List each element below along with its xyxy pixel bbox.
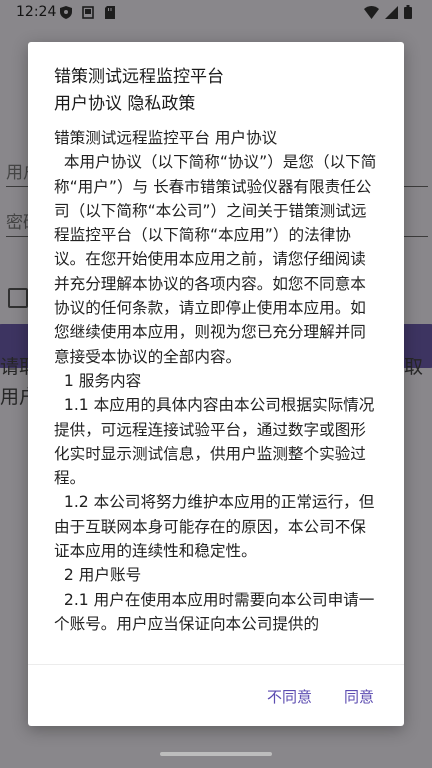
- agreement-paragraph: 2.1 用户在使用本应用时需要向本公司申请一个账号。用户应当保证向本公司提供的: [54, 590, 375, 633]
- agreement-text-scroll[interactable]: 错策测试远程监控平台 用户协议 本用户协议（以下简称“协议”）是您（以下简称“用…: [54, 126, 379, 664]
- agreement-paragraph: 本用户协议（以下简称“协议”）是您（以下简称“用户”）与 长春市错策试验仪器有限…: [54, 153, 377, 366]
- agreement-dialog: 错策测试远程监控平台 用户协议 隐私政策 错策测试远程监控平台 用户协议 本用户…: [28, 42, 404, 726]
- agreement-paragraph: 1 服务内容: [54, 371, 142, 390]
- dialog-title-line1: 错策测试远程监控平台: [54, 67, 224, 87]
- agree-button[interactable]: 同意: [344, 686, 374, 707]
- agreement-paragraph: 1.2 本公司将努力维护本应用的正常运行，但由于互联网本身可能存在的原因，本公司…: [54, 493, 375, 561]
- disagree-button[interactable]: 不同意: [267, 686, 312, 707]
- dialog-title-line2: 用户协议 隐私政策: [54, 94, 196, 114]
- agreement-paragraph: 错策测试远程监控平台 用户协议: [54, 129, 278, 147]
- dialog-actions: 不同意 同意: [267, 686, 374, 707]
- home-indicator[interactable]: [160, 752, 272, 756]
- dialog-title: 错策测试远程监控平台 用户协议 隐私政策: [54, 64, 384, 118]
- dialog-divider: [28, 664, 404, 665]
- agreement-paragraph: 1.1 本应用的具体内容由本公司根据实际情况提供，可远程连接试验平台，通过数字或…: [54, 396, 375, 488]
- agreement-paragraph: 2 用户账号: [54, 566, 142, 585]
